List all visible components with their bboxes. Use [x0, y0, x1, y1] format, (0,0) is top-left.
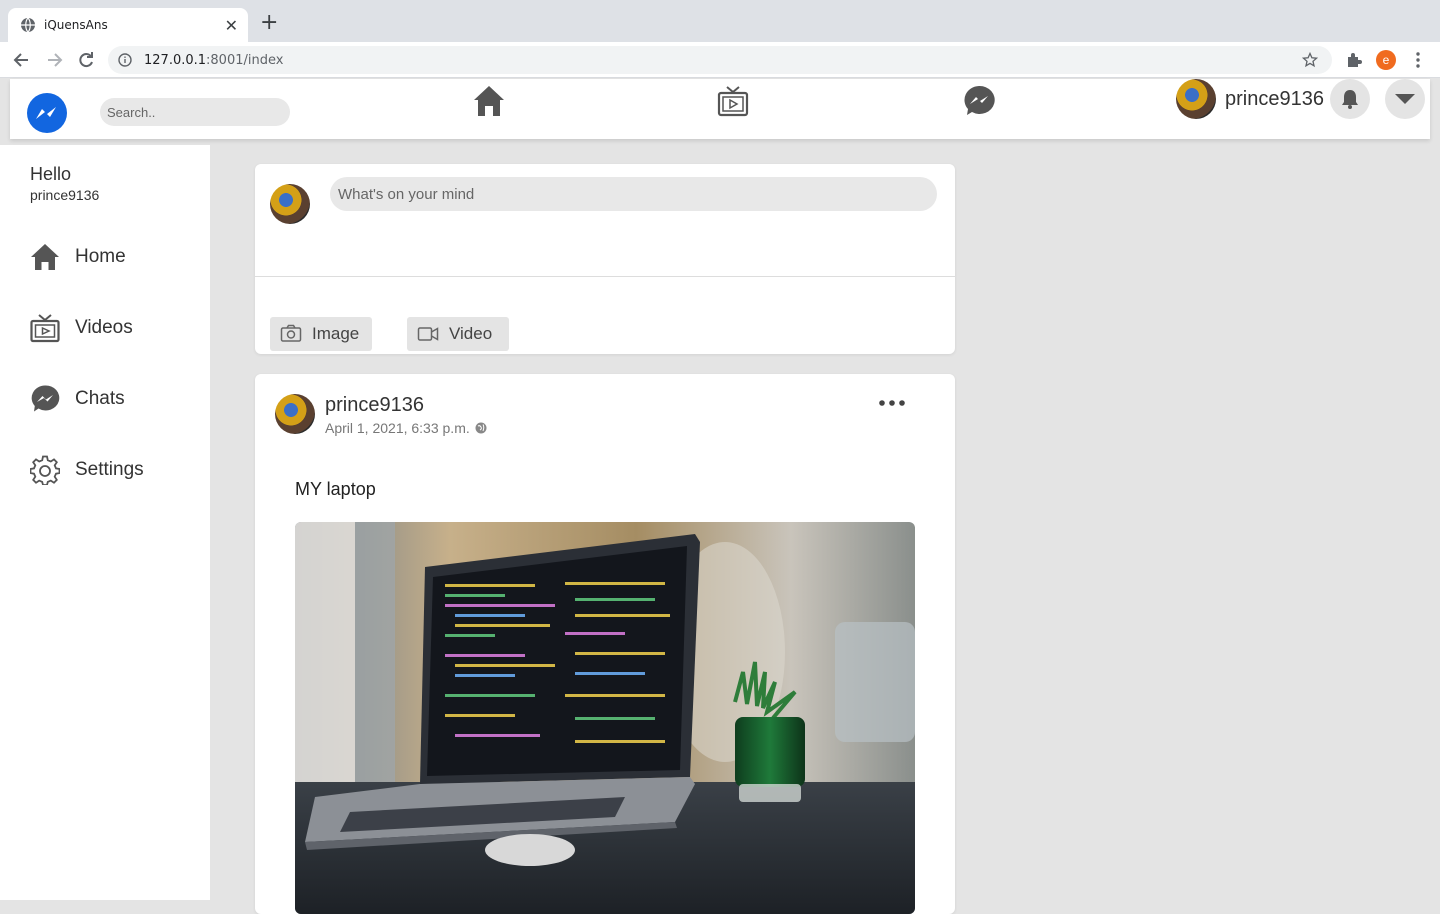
avatar[interactable]: [1176, 79, 1216, 119]
tab-title: iQuensAns: [44, 18, 108, 32]
header-user-chip[interactable]: prince9136: [1176, 79, 1324, 119]
bell-icon: [1342, 90, 1358, 109]
sidebar-item-videos[interactable]: Videos: [30, 311, 133, 345]
sidebar-username: prince9136: [30, 187, 100, 203]
tv-icon: [30, 314, 60, 343]
divider: [255, 276, 955, 277]
notifications-button[interactable]: [1330, 79, 1370, 119]
back-arrow-icon[interactable]: [12, 50, 32, 70]
bookmark-star-icon[interactable]: [1302, 52, 1318, 68]
post-author[interactable]: prince9136: [325, 394, 424, 417]
forward-arrow-icon[interactable]: [44, 50, 64, 70]
profile-avatar[interactable]: e: [1376, 50, 1396, 70]
post-timestamp: April 1, 2021, 6:33 p.m.: [325, 420, 487, 436]
laptop-photo: [295, 522, 915, 914]
address-bar[interactable]: 127.0.0.1:8001/index: [108, 46, 1332, 74]
browser-toolbar: 127.0.0.1:8001/index e: [0, 42, 1440, 78]
browser-tab[interactable]: iQuensAns ✕: [8, 8, 248, 42]
home-icon: [31, 244, 59, 270]
post-input[interactable]: [330, 177, 937, 211]
tab-close-icon[interactable]: ✕: [225, 16, 238, 35]
url-host: 127.0.0.1: [144, 52, 207, 68]
sidebar-item-home[interactable]: Home: [30, 240, 126, 274]
url-path: :8001/index: [206, 52, 284, 68]
post-image[interactable]: [295, 522, 915, 914]
camera-icon: [280, 324, 302, 342]
avatar: [270, 184, 310, 224]
greeting: Hello: [30, 164, 72, 184]
caret-down-icon: [1395, 94, 1415, 104]
info-icon[interactable]: [118, 53, 132, 67]
home-icon[interactable]: [472, 83, 506, 119]
post-timestamp-text: April 1, 2021, 6:33 p.m.: [325, 420, 470, 436]
post-card: prince9136 April 1, 2021, 6:33 p.m. MY l…: [255, 374, 955, 914]
add-video-label: Video: [449, 324, 493, 343]
sidebar-item-label: Home: [75, 246, 126, 267]
header-username[interactable]: prince9136: [1225, 88, 1324, 111]
video-camera-icon: [417, 327, 439, 341]
url-text: 127.0.0.1:8001/index: [144, 53, 283, 68]
avatar[interactable]: [275, 394, 315, 434]
reload-icon[interactable]: [76, 50, 96, 70]
messenger-icon: [31, 385, 60, 412]
messenger-logo-icon[interactable]: [27, 93, 67, 133]
add-image-button[interactable]: Image: [270, 317, 372, 351]
tv-icon[interactable]: [716, 83, 750, 119]
post-composer: Image Video: [255, 164, 955, 354]
left-sidebar: Hello prince9136 Home Videos Chats Setti…: [0, 145, 210, 900]
globe-icon: [475, 422, 487, 434]
new-tab-button[interactable]: +: [260, 12, 278, 34]
browser-tab-strip: iQuensAns ✕ +: [0, 0, 1440, 42]
sidebar-item-label: Chats: [75, 388, 125, 409]
site-header: prince9136: [10, 79, 1430, 139]
post-text: MY laptop: [295, 479, 376, 499]
add-video-button[interactable]: Video: [407, 317, 509, 351]
more-options-icon[interactable]: [877, 396, 907, 410]
sidebar-item-chats[interactable]: Chats: [30, 382, 125, 416]
sidebar-item-label: Videos: [75, 317, 133, 338]
gear-icon: [30, 455, 60, 485]
browser-menu-icon[interactable]: [1412, 50, 1424, 70]
add-image-label: Image: [312, 324, 360, 343]
globe-icon: [21, 17, 35, 33]
messenger-icon[interactable]: [962, 83, 996, 119]
sidebar-item-settings[interactable]: Settings: [30, 453, 144, 487]
account-menu-button[interactable]: [1385, 79, 1425, 119]
search-input[interactable]: [100, 98, 290, 126]
extensions-puzzle-icon[interactable]: [1345, 51, 1363, 69]
sidebar-item-label: Settings: [75, 459, 144, 480]
